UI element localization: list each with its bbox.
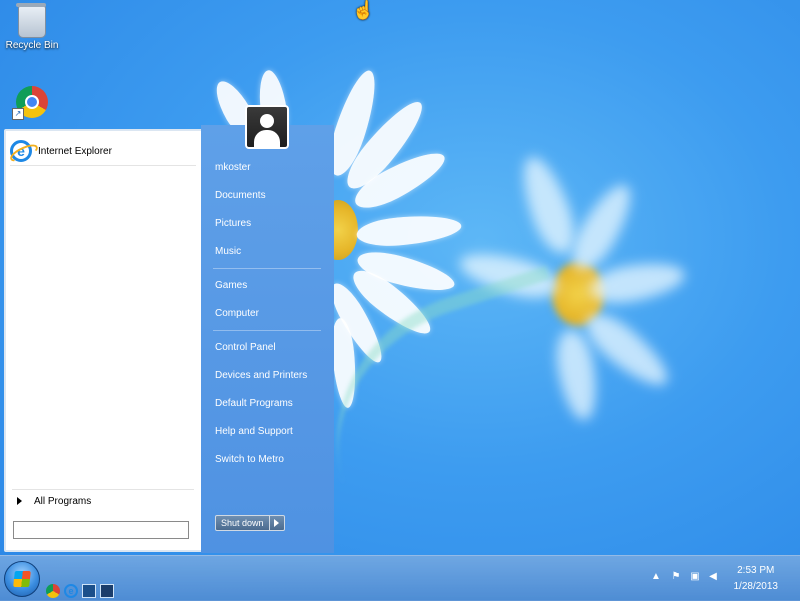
separator	[213, 330, 321, 331]
display-icon[interactable]: ▣	[689, 571, 701, 583]
start-menu-places-pane: mkoster Documents Pictures Music Games C…	[201, 105, 334, 553]
taskbar-clock[interactable]: 2:53 PM 1/28/2013	[734, 563, 779, 595]
devices-and-printers-link[interactable]: Devices and Printers	[215, 367, 307, 385]
shutdown-options-button[interactable]	[269, 515, 285, 531]
user-avatar[interactable]	[245, 105, 289, 149]
documents-link[interactable]: Documents	[215, 187, 266, 205]
window-switch-icon[interactable]	[100, 584, 114, 598]
start-menu-programs-pane: e Internet Explorer All Programs	[4, 129, 205, 552]
remote-desktop-icon[interactable]	[82, 584, 96, 598]
hand-cursor-icon: ☝	[352, 0, 375, 20]
clock-time: 2:53 PM	[737, 565, 775, 576]
internet-explorer-icon: e	[7, 140, 41, 165]
expand-arrow-icon	[17, 497, 22, 505]
recycle-bin-shortcut[interactable]: Recycle Bin	[0, 3, 64, 51]
user-name-link[interactable]: mkoster	[215, 159, 251, 177]
control-panel-link[interactable]: Control Panel	[215, 339, 276, 357]
daisy-petal	[355, 211, 463, 250]
internet-explorer-icon[interactable]: e	[64, 584, 78, 598]
blurred-daisy-petal	[563, 177, 641, 278]
computer-link[interactable]: Computer	[215, 305, 259, 323]
recycle-bin-label: Recycle Bin	[5, 40, 59, 51]
start-search-input[interactable]	[13, 521, 189, 539]
pictures-link[interactable]: Pictures	[215, 215, 251, 233]
music-link[interactable]: Music	[215, 243, 241, 261]
pinned-internet-explorer[interactable]: e Internet Explorer	[7, 137, 196, 166]
shortcut-arrow-icon: ↗	[12, 108, 24, 120]
flag-icon[interactable]: ⚑	[670, 571, 682, 583]
clock-date: 1/28/2013	[733, 581, 779, 592]
shutdown-control: Shut down	[215, 515, 285, 531]
start-menu: e Internet Explorer All Programs mkoster…	[4, 105, 334, 553]
chrome-icon[interactable]	[46, 584, 60, 598]
pinned-item-label: Internet Explorer	[38, 145, 112, 157]
all-programs-button[interactable]: All Programs	[12, 489, 194, 512]
start-button[interactable]	[4, 561, 40, 597]
network-icon[interactable]: ▲	[650, 571, 662, 583]
recycle-bin-icon	[16, 3, 46, 38]
all-programs-label: All Programs	[34, 495, 92, 507]
shutdown-button[interactable]: Shut down	[215, 515, 270, 531]
volume-icon[interactable]: ◀	[707, 571, 719, 583]
blurred-daisy-petal	[513, 151, 583, 259]
chrome-shortcut[interactable]	[0, 86, 64, 118]
games-link[interactable]: Games	[215, 277, 247, 295]
default-programs-link[interactable]: Default Programs	[215, 395, 293, 413]
help-and-support-link[interactable]: Help and Support	[215, 423, 293, 441]
chevron-right-icon	[274, 519, 280, 527]
switch-to-metro-link[interactable]: Switch to Metro	[215, 451, 284, 469]
blurred-daisy-petal	[587, 257, 687, 308]
separator	[213, 268, 321, 269]
